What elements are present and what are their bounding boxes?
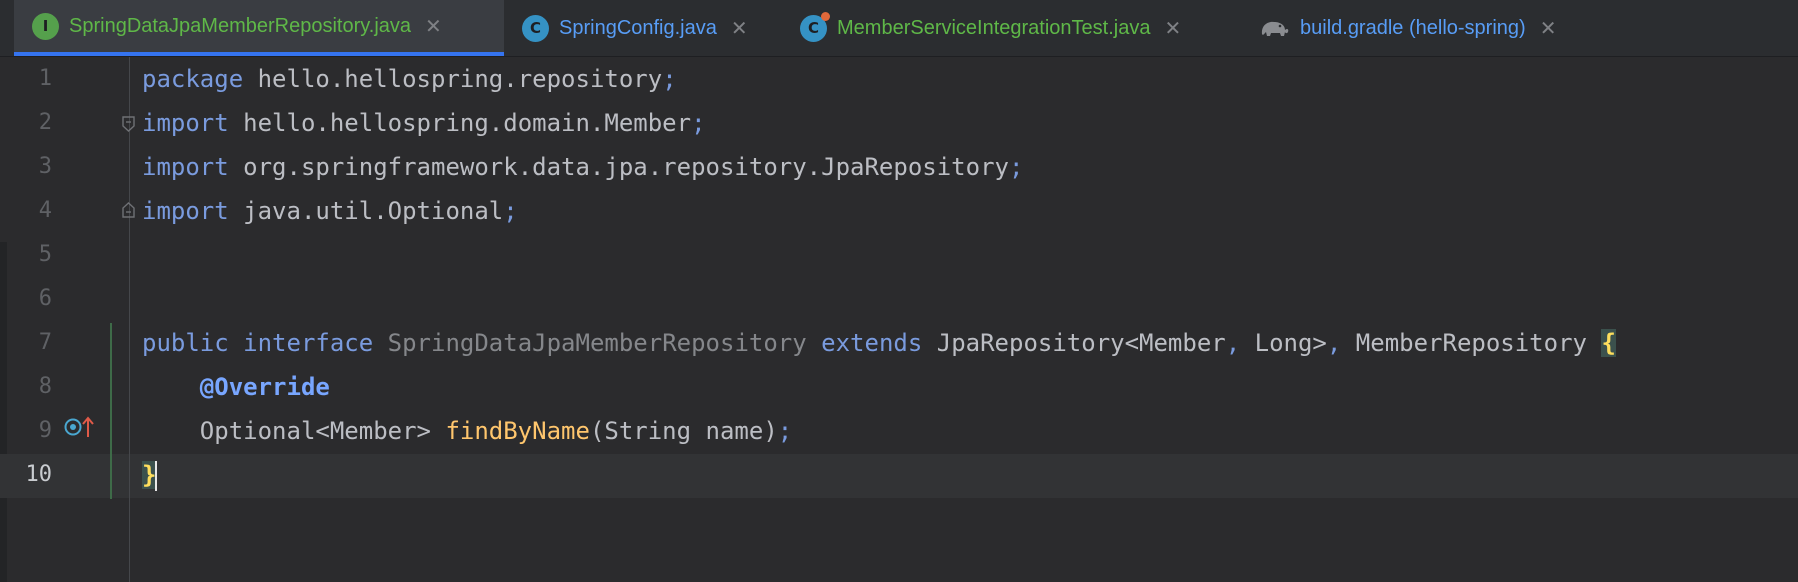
tab-springdatajpamemberrepository[interactable]: I SpringDataJpaMemberRepository.java ✕	[14, 0, 504, 56]
code-line[interactable]: 8 @Override	[0, 365, 1798, 409]
code-token: ;	[503, 197, 518, 225]
code-text[interactable]: public interface SpringDataJpaMemberRepo…	[142, 321, 1616, 365]
code-line[interactable]: 7 public interface SpringDataJpaMemberRep…	[0, 321, 1798, 365]
tab-label: SpringDataJpaMemberRepository.java	[69, 14, 412, 37]
code-line[interactable]: 2 import hello.hellospring.domain.Member;	[0, 101, 1798, 145]
code-token: SpringDataJpaMemberRepository	[387, 329, 807, 357]
tab-label: build.gradle (hello-spring)	[1300, 16, 1526, 39]
line-number: 5	[38, 242, 52, 267]
code-token: ;	[777, 417, 793, 445]
code-token: Optional<Member>	[142, 417, 446, 445]
code-text[interactable]: import hello.hellospring.domain.Member;	[142, 101, 706, 145]
interface-icon: I	[32, 12, 59, 40]
tab-build-gradle[interactable]: build.gradle (hello-spring) ✕	[1240, 0, 1600, 56]
code-text[interactable]: import org.springframework.data.jpa.repo…	[142, 145, 1023, 189]
code-line[interactable]: 6	[0, 277, 1798, 321]
line-number: 9	[38, 418, 52, 443]
tab-memberserviceintegrationtest[interactable]: C MemberServiceIntegrationTest.java ✕	[782, 0, 1240, 56]
line-number: 4	[38, 198, 52, 223]
run-marker-icon	[821, 11, 830, 21]
code-text[interactable]: Optional<Member> findByName(String name)…	[142, 409, 792, 453]
line-number: 6	[38, 286, 52, 311]
code-token: hello.hellospring.repository	[243, 65, 663, 93]
code-text[interactable]: }	[142, 453, 158, 497]
gradle-elephant-icon	[1258, 16, 1290, 40]
code-token: MemberRepository	[1341, 329, 1602, 357]
code-token: ;	[662, 65, 677, 93]
code-editor[interactable]: 1 package hello.hellospring.repository; 2 i…	[0, 57, 1798, 582]
code-line[interactable]: 5	[0, 233, 1798, 277]
code-token: ;	[1008, 153, 1024, 181]
editor-tab-bar: I SpringDataJpaMemberRepository.java ✕ C…	[0, 0, 1798, 57]
code-line[interactable]: 10}	[0, 453, 1798, 497]
line-number: 1	[38, 66, 52, 91]
ide-window: I SpringDataJpaMemberRepository.java ✕ C…	[0, 0, 1798, 582]
tab-label: MemberServiceIntegrationTest.java	[837, 16, 1151, 39]
code-token: interface	[243, 329, 374, 357]
close-icon[interactable]: ✕	[731, 16, 748, 40]
class-icon: C	[522, 14, 549, 42]
code-line[interactable]: 4 import java.util.Optional;	[0, 189, 1798, 233]
code-token: {	[1601, 329, 1616, 357]
close-icon[interactable]: ✕	[1540, 16, 1557, 40]
close-icon[interactable]: ✕	[425, 14, 442, 38]
code-token: org.springframework.data.jpa.repository.…	[228, 153, 1009, 181]
code-text[interactable]: package hello.hellospring.repository;	[142, 57, 677, 101]
line-number: 10	[25, 462, 53, 487]
code-line[interactable]: 3 import org.springframework.data.jpa.rep…	[0, 145, 1798, 189]
code-token: Long>	[1240, 329, 1327, 357]
line-number: 8	[38, 374, 52, 399]
tab-springconfig[interactable]: C SpringConfig.java ✕	[504, 0, 782, 56]
code-token: findByName	[445, 417, 590, 445]
code-token: ,	[1225, 329, 1241, 357]
code-line[interactable]: 9 Optional<Member> findByName(String nam…	[0, 409, 1798, 453]
code-token: ,	[1326, 329, 1342, 357]
code-token: import	[142, 109, 229, 137]
code-token: import	[142, 197, 229, 225]
test-class-icon: C	[800, 11, 830, 42]
code-token: ;	[691, 109, 706, 137]
code-token: java.util.Optional	[228, 197, 504, 225]
code-text[interactable]: @Override	[142, 365, 330, 409]
code-token: @Override	[199, 373, 330, 401]
code-token: public	[142, 329, 229, 357]
code-token: hello.hellospring.domain.Member	[228, 109, 692, 137]
code-line[interactable]: 1 package hello.hellospring.repository;	[0, 57, 1798, 101]
line-number: 2	[38, 110, 52, 135]
code-token: import	[142, 153, 229, 181]
code-token: extends	[821, 329, 923, 357]
code-token: }	[142, 461, 157, 489]
close-icon[interactable]: ✕	[1164, 16, 1181, 40]
code-token: package	[142, 65, 244, 93]
tab-label: SpringConfig.java	[559, 16, 717, 39]
code-token: (String name)	[589, 417, 778, 445]
code-text[interactable]: import java.util.Optional;	[142, 189, 518, 233]
line-number: 3	[38, 154, 52, 179]
line-number: 7	[38, 330, 52, 355]
text-caret	[155, 461, 158, 491]
code-token: JpaRepository<Member	[922, 329, 1226, 357]
